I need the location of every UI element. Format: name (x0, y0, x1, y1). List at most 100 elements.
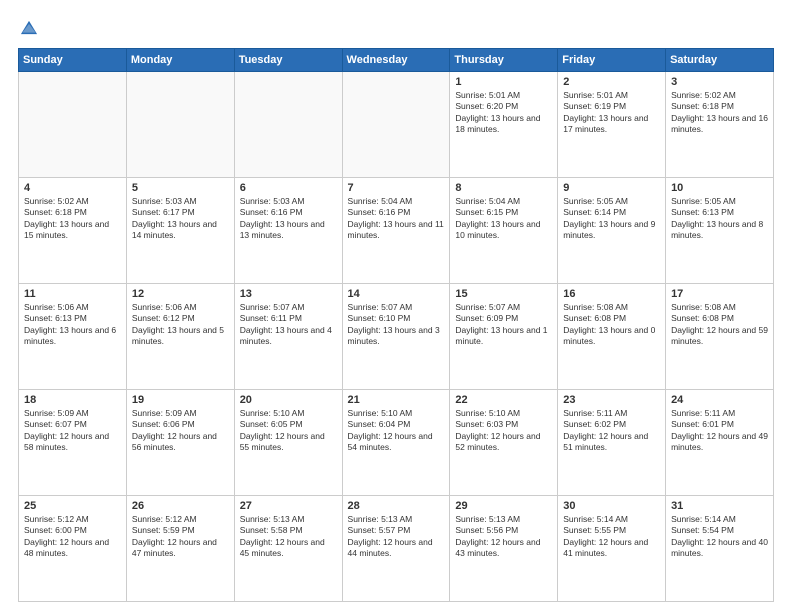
calendar-body: 1Sunrise: 5:01 AMSunset: 6:20 PMDaylight… (19, 72, 774, 602)
calendar-cell: 20 Sunrise: 5:10 AMSunset: 6:05 PMDayligh… (234, 390, 342, 496)
calendar-cell: 3 Sunrise: 5:02 AMSunset: 6:18 PMDaylight… (666, 72, 774, 178)
day-number: 6 (240, 182, 337, 194)
calendar-cell: 21 Sunrise: 5:10 AMSunset: 6:04 PMDayligh… (342, 390, 450, 496)
calendar-cell (126, 72, 234, 178)
day-info: Sunrise: 5:02 AMSunset: 6:18 PMDaylight:… (24, 196, 121, 242)
weekday-header: Wednesday (342, 49, 450, 72)
day-info: Sunrise: 5:13 AMSunset: 5:57 PMDaylight:… (348, 514, 445, 560)
calendar-cell: 2Sunrise: 5:01 AMSunset: 6:19 PMDaylight… (558, 72, 666, 178)
day-info: Sunrise: 5:08 AMSunset: 6:08 PMDaylight:… (671, 302, 768, 348)
calendar-cell: 26 Sunrise: 5:12 AMSunset: 5:59 PMDayligh… (126, 496, 234, 602)
calendar-cell: 28 Sunrise: 5:13 AMSunset: 5:57 PMDayligh… (342, 496, 450, 602)
calendar-cell: 17Sunrise: 5:08 AMSunset: 6:08 PMDayligh… (666, 284, 774, 390)
day-number: 15 (455, 288, 552, 300)
day-number: 28 (348, 500, 445, 512)
calendar-cell (19, 72, 127, 178)
day-number: 20 (240, 394, 337, 406)
calendar-cell: 7Sunrise: 5:04 AMSunset: 6:16 PMDaylight… (342, 178, 450, 284)
day-info: Sunrise: 5:03 AMSunset: 6:16 PMDaylight:… (240, 196, 337, 242)
day-info: Sunrise: 5:02 AMSunset: 6:18 PMDaylight:… (671, 90, 768, 136)
calendar-cell: 15 Sunrise: 5:07 AMSunset: 6:09 PMDayligh… (450, 284, 558, 390)
day-info: Sunrise: 5:06 AMSunset: 6:13 PMDaylight:… (24, 302, 121, 348)
day-info: Sunrise: 5:09 AMSunset: 6:06 PMDaylight:… (132, 408, 229, 454)
day-info: Sunrise: 5:10 AMSunset: 6:05 PMDaylight:… (240, 408, 337, 454)
day-info: Sunrise: 5:12 AMSunset: 5:59 PMDaylight:… (132, 514, 229, 560)
weekday-header: Monday (126, 49, 234, 72)
day-number: 21 (348, 394, 445, 406)
day-info: Sunrise: 5:07 AMSunset: 6:11 PMDaylight:… (240, 302, 337, 348)
day-info: Sunrise: 5:01 AMSunset: 6:19 PMDaylight:… (563, 90, 660, 136)
day-number: 23 (563, 394, 660, 406)
day-number: 25 (24, 500, 121, 512)
calendar-week-row: 25 Sunrise: 5:12 AMSunset: 6:00 PMDayligh… (19, 496, 774, 602)
calendar-table: SundayMondayTuesdayWednesdayThursdayFrid… (18, 48, 774, 602)
day-info: Sunrise: 5:04 AMSunset: 6:15 PMDaylight:… (455, 196, 552, 242)
calendar-cell: 1Sunrise: 5:01 AMSunset: 6:20 PMDaylight… (450, 72, 558, 178)
day-number: 29 (455, 500, 552, 512)
day-info: Sunrise: 5:01 AMSunset: 6:20 PMDaylight:… (455, 90, 552, 136)
calendar-cell: 11 Sunrise: 5:06 AMSunset: 6:13 PMDayligh… (19, 284, 127, 390)
day-info: Sunrise: 5:07 AMSunset: 6:09 PMDaylight:… (455, 302, 552, 348)
calendar-cell: 25 Sunrise: 5:12 AMSunset: 6:00 PMDayligh… (19, 496, 127, 602)
weekday-header: Tuesday (234, 49, 342, 72)
calendar-cell: 5 Sunrise: 5:03 AMSunset: 6:17 PMDaylight… (126, 178, 234, 284)
day-info: Sunrise: 5:05 AMSunset: 6:14 PMDaylight:… (563, 196, 660, 242)
day-number: 14 (348, 288, 445, 300)
day-number: 19 (132, 394, 229, 406)
day-info: Sunrise: 5:12 AMSunset: 6:00 PMDaylight:… (24, 514, 121, 560)
day-number: 10 (671, 182, 768, 194)
calendar-week-row: 11 Sunrise: 5:06 AMSunset: 6:13 PMDayligh… (19, 284, 774, 390)
logo (18, 18, 44, 40)
day-info: Sunrise: 5:04 AMSunset: 6:16 PMDaylight:… (348, 196, 445, 242)
day-number: 16 (563, 288, 660, 300)
day-number: 11 (24, 288, 121, 300)
logo-icon (18, 18, 40, 40)
day-info: Sunrise: 5:09 AMSunset: 6:07 PMDaylight:… (24, 408, 121, 454)
calendar-cell: 12Sunrise: 5:06 AMSunset: 6:12 PMDayligh… (126, 284, 234, 390)
header (18, 18, 774, 40)
calendar-cell: 16Sunrise: 5:08 AMSunset: 6:08 PMDayligh… (558, 284, 666, 390)
day-info: Sunrise: 5:14 AMSunset: 5:55 PMDaylight:… (563, 514, 660, 560)
day-number: 3 (671, 76, 768, 88)
calendar-week-row: 1Sunrise: 5:01 AMSunset: 6:20 PMDaylight… (19, 72, 774, 178)
day-number: 13 (240, 288, 337, 300)
calendar-cell: 27Sunrise: 5:13 AMSunset: 5:58 PMDayligh… (234, 496, 342, 602)
day-number: 12 (132, 288, 229, 300)
calendar-cell: 8 Sunrise: 5:04 AMSunset: 6:15 PMDaylight… (450, 178, 558, 284)
weekday-header: Friday (558, 49, 666, 72)
calendar-cell (234, 72, 342, 178)
weekday-header: Saturday (666, 49, 774, 72)
calendar-cell (342, 72, 450, 178)
calendar-cell: 31Sunrise: 5:14 AMSunset: 5:54 PMDayligh… (666, 496, 774, 602)
calendar-cell: 29 Sunrise: 5:13 AMSunset: 5:56 PMDayligh… (450, 496, 558, 602)
calendar-cell: 13 Sunrise: 5:07 AMSunset: 6:11 PMDayligh… (234, 284, 342, 390)
day-info: Sunrise: 5:13 AMSunset: 5:56 PMDaylight:… (455, 514, 552, 560)
calendar-cell: 22Sunrise: 5:10 AMSunset: 6:03 PMDayligh… (450, 390, 558, 496)
calendar-week-row: 18 Sunrise: 5:09 AMSunset: 6:07 PMDayligh… (19, 390, 774, 496)
day-info: Sunrise: 5:10 AMSunset: 6:03 PMDaylight:… (455, 408, 552, 454)
day-number: 26 (132, 500, 229, 512)
calendar-cell: 18 Sunrise: 5:09 AMSunset: 6:07 PMDayligh… (19, 390, 127, 496)
calendar-cell: 30 Sunrise: 5:14 AMSunset: 5:55 PMDayligh… (558, 496, 666, 602)
day-number: 18 (24, 394, 121, 406)
day-number: 31 (671, 500, 768, 512)
weekday-header: Thursday (450, 49, 558, 72)
calendar-cell: 24Sunrise: 5:11 AMSunset: 6:01 PMDayligh… (666, 390, 774, 496)
calendar-cell: 14Sunrise: 5:07 AMSunset: 6:10 PMDayligh… (342, 284, 450, 390)
day-number: 8 (455, 182, 552, 194)
page: SundayMondayTuesdayWednesdayThursdayFrid… (0, 0, 792, 612)
day-number: 24 (671, 394, 768, 406)
calendar-cell: 19 Sunrise: 5:09 AMSunset: 6:06 PMDayligh… (126, 390, 234, 496)
day-number: 5 (132, 182, 229, 194)
day-info: Sunrise: 5:10 AMSunset: 6:04 PMDaylight:… (348, 408, 445, 454)
day-number: 9 (563, 182, 660, 194)
calendar-cell: 4 Sunrise: 5:02 AMSunset: 6:18 PMDaylight… (19, 178, 127, 284)
day-info: Sunrise: 5:03 AMSunset: 6:17 PMDaylight:… (132, 196, 229, 242)
calendar-cell: 23Sunrise: 5:11 AMSunset: 6:02 PMDayligh… (558, 390, 666, 496)
calendar-header: SundayMondayTuesdayWednesdayThursdayFrid… (19, 49, 774, 72)
day-number: 30 (563, 500, 660, 512)
calendar-cell: 9 Sunrise: 5:05 AMSunset: 6:14 PMDaylight… (558, 178, 666, 284)
weekday-row: SundayMondayTuesdayWednesdayThursdayFrid… (19, 49, 774, 72)
calendar-cell: 6 Sunrise: 5:03 AMSunset: 6:16 PMDaylight… (234, 178, 342, 284)
day-number: 4 (24, 182, 121, 194)
